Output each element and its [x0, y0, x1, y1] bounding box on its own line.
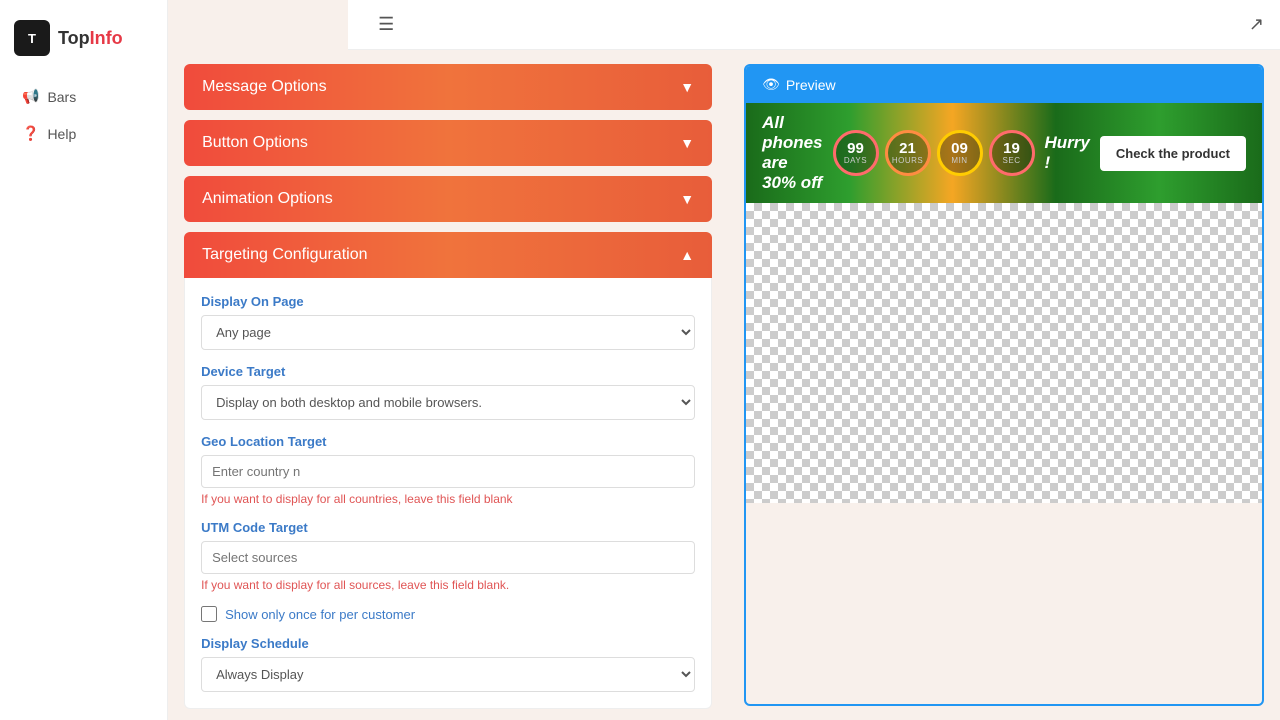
- countdown-hours: 21 HOURS: [885, 130, 931, 176]
- device-target-label: Device Target: [201, 364, 695, 379]
- sidebar-help-label: Help: [47, 126, 76, 142]
- targeting-header[interactable]: Targeting Configuration ▲: [184, 232, 712, 278]
- bar-text: All phones are 30% off: [762, 113, 822, 193]
- display-on-page-field: Display On Page Any page Home page Produ…: [201, 294, 695, 350]
- message-options-chevron: ▼: [680, 79, 694, 95]
- utm-code-input[interactable]: [201, 541, 695, 574]
- show-once-label[interactable]: Show only once for per customer: [225, 607, 415, 622]
- preview-box: 👁 Preview All phones are 30% off 99 DAYS: [744, 64, 1264, 706]
- animation-options-chevron: ▼: [680, 191, 694, 207]
- targeting-chevron: ▲: [680, 247, 694, 263]
- help-icon: ❓: [22, 125, 39, 142]
- utm-code-hint: If you want to display for all sources, …: [201, 578, 695, 592]
- megaphone-icon: 📢: [22, 88, 39, 105]
- hours-label: HOURS: [892, 156, 923, 165]
- hours-value: 21: [899, 141, 916, 156]
- page-layout: T TopInfo 📢 Bars ❓ Help ☰ ↗: [0, 0, 1280, 720]
- checkered-area: [746, 203, 1262, 503]
- left-panel: Message Options ▼ Button Options ▼ Anima…: [168, 50, 728, 720]
- button-options-chevron: ▼: [680, 135, 694, 151]
- logo-icon: T: [14, 20, 50, 56]
- eye-icon: 👁: [762, 76, 780, 93]
- countdown-days: 99 DAYS: [833, 130, 879, 176]
- display-schedule-field: Display Schedule Always Display Date Ran…: [201, 636, 695, 692]
- countdown-sec: 19 SEC: [989, 130, 1035, 176]
- exit-icon[interactable]: ↗: [1249, 14, 1264, 35]
- countdown-bar: All phones are 30% off 99 DAYS 21 HOURS: [746, 103, 1262, 203]
- geo-location-label: Geo Location Target: [201, 434, 695, 449]
- show-once-checkbox[interactable]: [201, 606, 217, 622]
- device-target-select[interactable]: Display on both desktop and mobile brows…: [201, 385, 695, 420]
- message-options-accordion: Message Options ▼: [184, 64, 712, 110]
- animation-options-header[interactable]: Animation Options ▼: [184, 176, 712, 222]
- sidebar-header: T TopInfo: [0, 10, 167, 72]
- min-value: 09: [951, 141, 968, 156]
- targeting-label: Targeting Configuration: [202, 246, 367, 264]
- display-schedule-label: Display Schedule: [201, 636, 695, 651]
- message-options-label: Message Options: [202, 78, 327, 96]
- animation-options-label: Animation Options: [202, 190, 333, 208]
- geo-location-hint: If you want to display for all countries…: [201, 492, 695, 506]
- message-options-header[interactable]: Message Options ▼: [184, 64, 712, 110]
- countdown-min: 09 MIN: [937, 130, 983, 176]
- sec-label: SEC: [1003, 156, 1021, 165]
- sec-value: 19: [1003, 141, 1020, 156]
- sidebar: T TopInfo 📢 Bars ❓ Help: [0, 0, 168, 720]
- content-area: Message Options ▼ Button Options ▼ Anima…: [168, 50, 1280, 720]
- geo-location-input[interactable]: [201, 455, 695, 488]
- targeting-accordion: Targeting Configuration ▲ Display On Pag…: [184, 232, 712, 709]
- display-schedule-select[interactable]: Always Display Date Range Recurring: [201, 657, 695, 692]
- days-value: 99: [847, 141, 864, 156]
- topbar: ☰ ↗: [348, 0, 1280, 50]
- button-options-label: Button Options: [202, 134, 308, 152]
- sidebar-item-help[interactable]: ❓ Help: [6, 117, 161, 150]
- button-options-accordion: Button Options ▼: [184, 120, 712, 166]
- preview-title: Preview: [786, 77, 836, 93]
- device-target-field: Device Target Display on both desktop an…: [201, 364, 695, 420]
- sidebar-item-bars[interactable]: 📢 Bars: [6, 80, 161, 113]
- sidebar-bars-label: Bars: [47, 89, 76, 105]
- display-on-page-select[interactable]: Any page Home page Product page: [201, 315, 695, 350]
- preview-content: All phones are 30% off 99 DAYS 21 HOURS: [746, 103, 1262, 704]
- logo-text: TopInfo: [58, 28, 123, 49]
- button-options-header[interactable]: Button Options ▼: [184, 120, 712, 166]
- hamburger-icon[interactable]: ☰: [364, 10, 408, 39]
- show-once-row: Show only once for per customer: [201, 606, 695, 622]
- utm-code-label: UTM Code Target: [201, 520, 695, 535]
- geo-location-field: Geo Location Target If you want to displ…: [201, 434, 695, 506]
- right-panel: 👁 Preview All phones are 30% off 99 DAYS: [728, 50, 1280, 720]
- cta-button[interactable]: Check the product: [1100, 136, 1246, 171]
- countdown-items: 99 DAYS 21 HOURS 09 MIN: [833, 130, 1035, 176]
- sidebar-nav: 📢 Bars ❓ Help: [0, 72, 167, 158]
- main-area: ☰ ↗ Message Options ▼ Button Options: [168, 0, 1280, 720]
- utm-code-field: UTM Code Target If you want to display f…: [201, 520, 695, 592]
- animation-options-accordion: Animation Options ▼: [184, 176, 712, 222]
- display-on-page-label: Display On Page: [201, 294, 695, 309]
- days-label: DAYS: [844, 156, 867, 165]
- targeting-body: Display On Page Any page Home page Produ…: [184, 278, 712, 709]
- min-label: MIN: [951, 156, 967, 165]
- preview-header: 👁 Preview: [746, 66, 1262, 103]
- hurry-text: Hurry !: [1045, 133, 1090, 173]
